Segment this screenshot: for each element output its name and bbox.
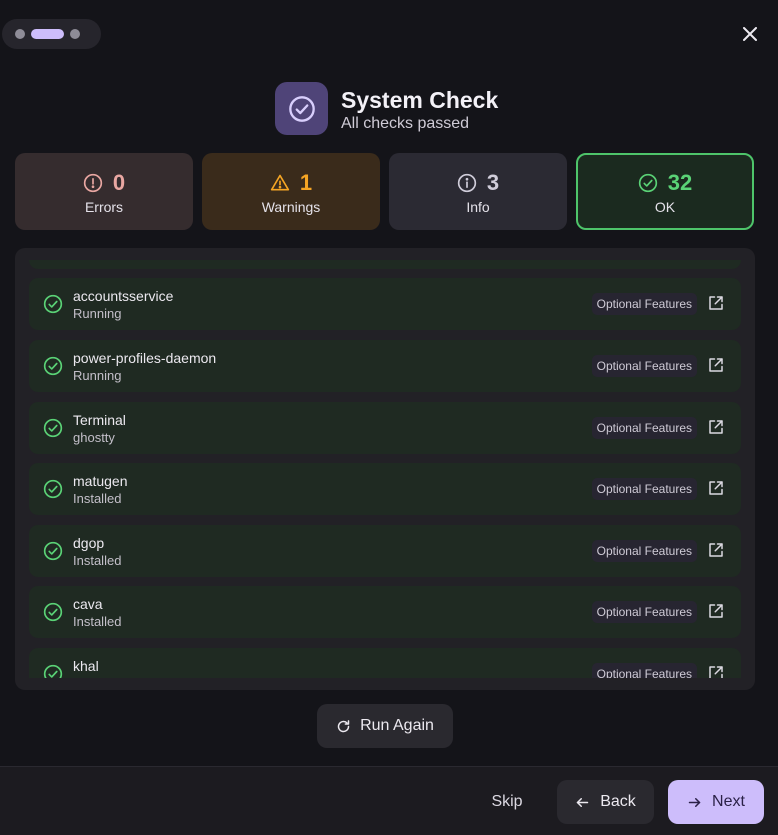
check-circle-icon [43, 418, 63, 438]
item-name: matugen [73, 473, 128, 489]
info-count: 3 [486, 169, 500, 195]
item-status: Running [73, 368, 122, 383]
info-label: Info [466, 198, 490, 215]
run-again-label: Run Again [360, 717, 434, 734]
external-link-icon[interactable] [707, 294, 725, 312]
check-results-list[interactable]: accountsservice Running Optional Feature… [15, 248, 755, 690]
item-name: accountsservice [73, 288, 174, 304]
category-badge: Optional Features [591, 601, 697, 623]
category-badge: Optional Features [591, 478, 697, 500]
alert-circle-icon [83, 173, 103, 192]
external-link-icon[interactable] [707, 418, 725, 436]
check-circle-icon [43, 664, 63, 678]
header-icon-tile [275, 82, 328, 135]
list-item[interactable]: power-profiles-daemon Running Optional F… [29, 340, 741, 392]
list-item-partial [29, 260, 741, 269]
check-circle-icon [288, 95, 315, 122]
close-button[interactable] [739, 23, 761, 45]
ok-label: OK [654, 198, 676, 215]
list-item[interactable]: Terminal ghostty Optional Features [29, 402, 741, 454]
list-item[interactable]: matugen Installed Optional Features [29, 463, 741, 515]
info-circle-icon [457, 173, 477, 192]
page-header: System Check All checks passed [275, 82, 498, 135]
category-badge: Optional Features [591, 540, 697, 562]
list-item[interactable]: khal Optional Features [29, 648, 741, 678]
warning-triangle-icon [270, 174, 290, 190]
check-circle-icon [43, 479, 63, 499]
list-item[interactable]: accountsservice Running Optional Feature… [29, 278, 741, 330]
item-status: Installed [73, 491, 122, 506]
external-link-icon[interactable] [707, 541, 725, 559]
info-card[interactable]: 3 Info [389, 153, 567, 230]
check-circle-icon [43, 294, 63, 314]
item-status: Running [73, 306, 122, 321]
item-name: Terminal [73, 412, 126, 428]
ok-card[interactable]: 32 OK [576, 153, 754, 230]
list-item[interactable]: cava Installed Optional Features [29, 586, 741, 638]
page-dot-active[interactable] [31, 29, 64, 39]
refresh-icon [337, 719, 350, 732]
category-badge: Optional Features [591, 293, 697, 315]
item-status: Installed [73, 553, 122, 568]
list-item[interactable]: dgop Installed Optional Features [29, 525, 741, 577]
item-name: dgop [73, 535, 105, 551]
errors-label: Errors [84, 198, 124, 215]
page-indicator [2, 19, 101, 49]
back-button[interactable]: Back [557, 780, 654, 824]
close-icon [743, 27, 757, 41]
errors-count: 0 [112, 169, 126, 195]
category-badge: Optional Features [591, 355, 697, 377]
footer-bar: Skip Back Next [0, 766, 778, 835]
item-status: Installed [73, 614, 122, 629]
external-link-icon[interactable] [707, 356, 725, 374]
item-status: ghostty [73, 430, 115, 445]
summary-stats: 0 Errors 1 Warnings 3 Info 32 OK [15, 153, 755, 230]
external-link-icon[interactable] [707, 664, 725, 678]
warnings-label: Warnings [261, 198, 321, 215]
arrow-right-icon [688, 797, 701, 807]
check-circle-icon [638, 173, 657, 192]
next-label: Next [712, 793, 745, 810]
item-name: cava [73, 596, 103, 612]
category-badge: Optional Features [591, 663, 697, 678]
check-results-scroll[interactable]: accountsservice Running Optional Feature… [29, 260, 741, 678]
item-name: power-profiles-daemon [73, 350, 217, 366]
warnings-card[interactable]: 1 Warnings [202, 153, 380, 230]
page-dot[interactable] [70, 29, 80, 39]
next-button[interactable]: Next [668, 780, 764, 824]
arrow-left-icon [576, 797, 589, 807]
page-subtitle: All checks passed [341, 114, 470, 132]
back-label: Back [600, 793, 636, 810]
skip-button[interactable]: Skip [480, 781, 534, 823]
ok-count: 32 [667, 169, 693, 195]
check-circle-icon [43, 541, 63, 561]
external-link-icon[interactable] [707, 602, 725, 620]
check-circle-icon [43, 602, 63, 622]
category-badge: Optional Features [591, 417, 697, 439]
external-link-icon[interactable] [707, 479, 725, 497]
item-name: khal [73, 658, 99, 674]
check-circle-icon [43, 356, 63, 376]
run-again-button[interactable]: Run Again [317, 704, 453, 748]
errors-card[interactable]: 0 Errors [15, 153, 193, 230]
page-dot[interactable] [15, 29, 25, 39]
page-title: System Check [341, 86, 499, 113]
warnings-count: 1 [299, 169, 313, 195]
